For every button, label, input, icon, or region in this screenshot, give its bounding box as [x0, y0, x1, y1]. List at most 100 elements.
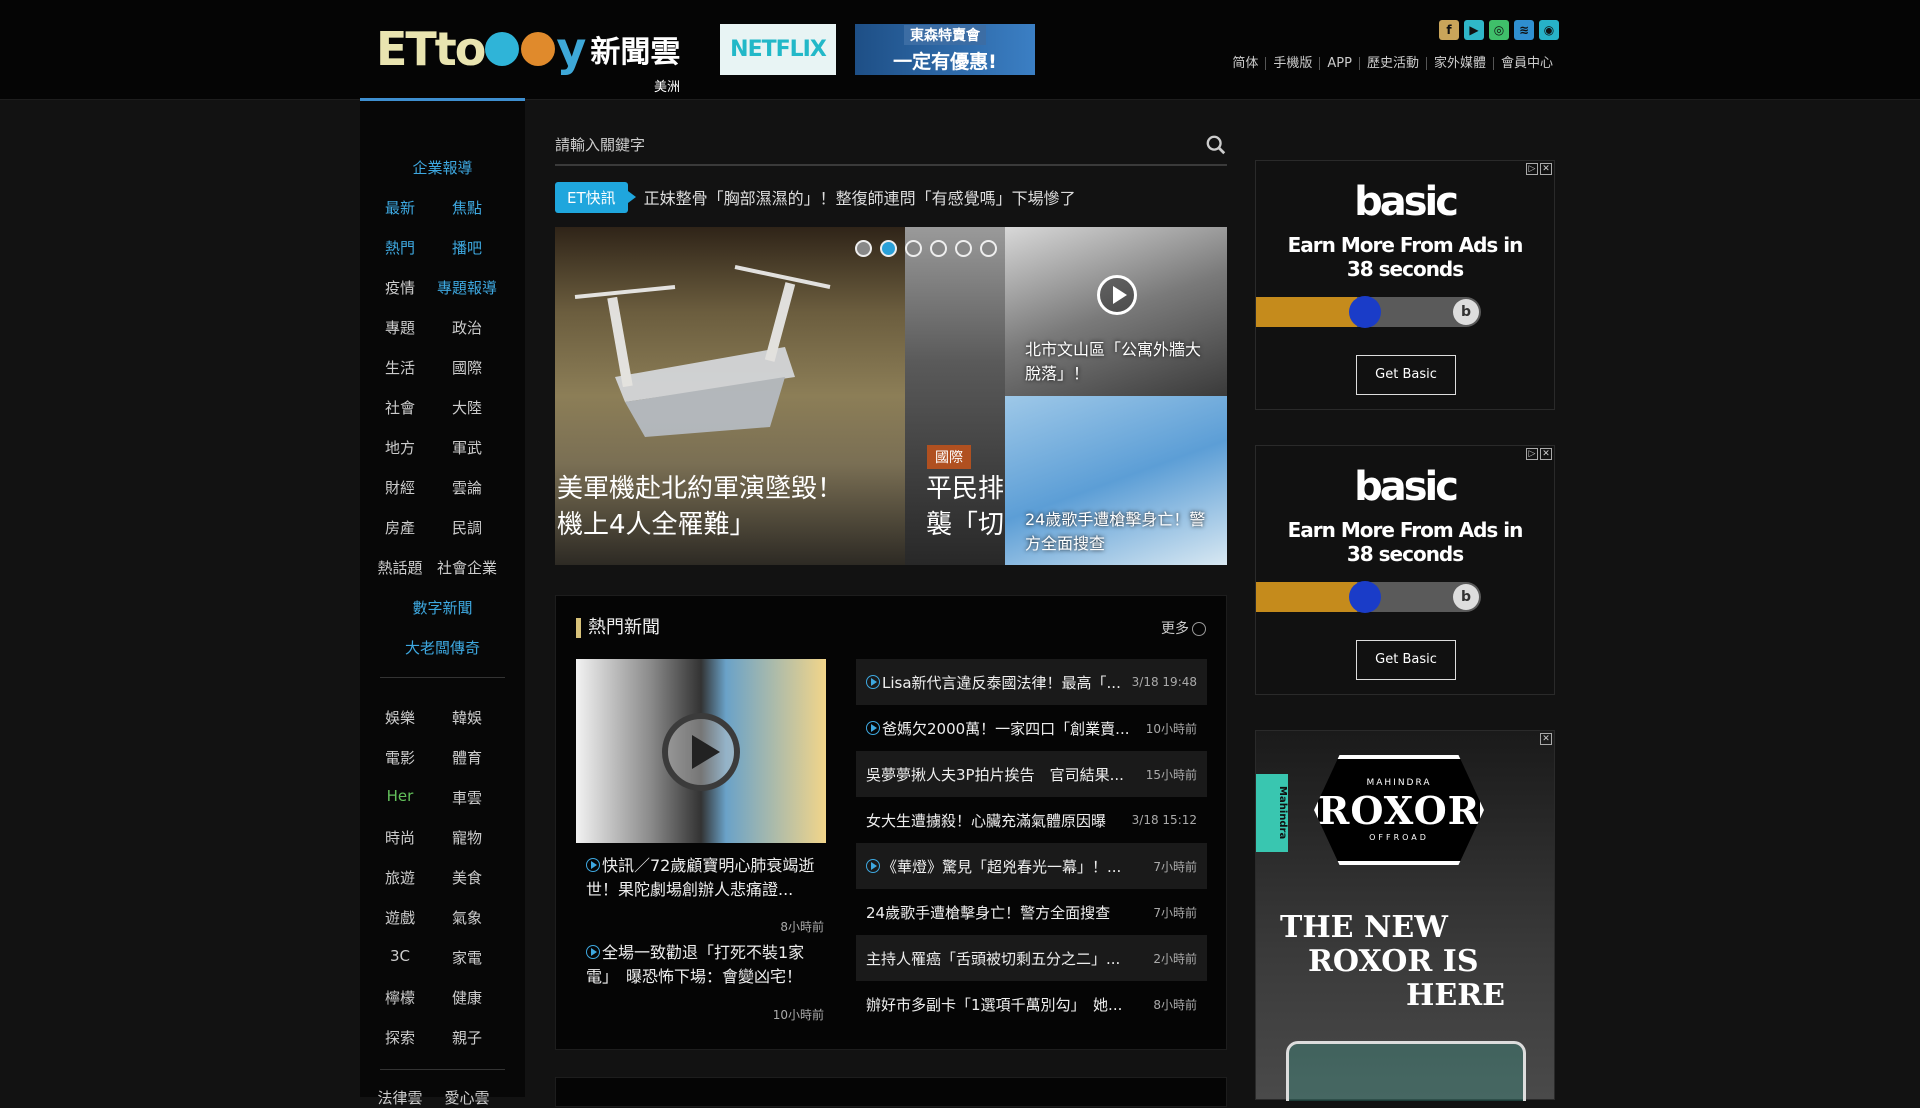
youtube-icon[interactable]: ▶ — [1464, 20, 1484, 40]
basic-ad-1[interactable]: ▷ ✕ basic Earn More From Ads in 38 seconds… — [1255, 160, 1555, 410]
search-icon[interactable] — [1205, 134, 1227, 156]
sidebar-item[interactable]: 企業報導 — [360, 157, 525, 178]
sidebar-item[interactable]: 家電 — [432, 947, 502, 968]
sidebar-item[interactable]: 法律雲 — [365, 1087, 435, 1108]
top-link[interactable]: 會員中心 — [1492, 57, 1560, 70]
carousel-dot[interactable] — [880, 240, 897, 257]
sidebar-item[interactable]: 民調 — [432, 517, 502, 538]
side-thumb-2[interactable]: 24歲歌手遭槍擊身亡！警方全面搜查 — [1005, 396, 1227, 565]
sidebar-item[interactable]: 親子 — [432, 1027, 502, 1048]
sidebar-item[interactable]: 車雲 — [432, 787, 502, 808]
sidebar-item[interactable]: 社會企業 — [432, 557, 502, 578]
sidebar-item[interactable]: 探索 — [365, 1027, 435, 1048]
play-icon — [662, 713, 740, 791]
sidebar-item[interactable]: 國際 — [432, 357, 502, 378]
sidebar-item[interactable]: 健康 — [432, 987, 502, 1008]
ettoday-logo[interactable]: ETto y 新聞雲 — [376, 22, 680, 76]
carousel-dot[interactable] — [980, 240, 997, 257]
close-icon[interactable]: ✕ — [1540, 163, 1552, 175]
sidebar-item[interactable]: 社會 — [365, 397, 435, 418]
hot-news-row[interactable]: 24歲歌手遭槍擊身亡！警方全面搜查 7小時前 — [856, 889, 1207, 935]
adchoices-icon[interactable]: ▷ — [1526, 448, 1538, 460]
sidebar-item[interactable]: 寵物 — [432, 827, 502, 848]
sidebar-item[interactable]: 焦點 — [432, 197, 502, 218]
get-basic-button[interactable]: Get Basic — [1356, 355, 1456, 395]
sidebar-item[interactable]: 熱門 — [365, 237, 435, 258]
netflix-ad-banner[interactable]: NETFLIX — [720, 24, 836, 75]
sidebar-item[interactable]: Her — [365, 787, 435, 805]
roxor-ad[interactable]: ✕ Mahindra MAHINDRA ROXOR OFFROAD THE NE… — [1255, 730, 1555, 1101]
hot-news-row[interactable]: 辦好市多副卡「1選項千萬別勾」 她... 8小時前 — [856, 981, 1207, 1027]
sidebar-item[interactable]: 軍武 — [432, 437, 502, 458]
hot-right-list: Lisa新代言違反泰國法律！最高「... 3/18 19:48 爸媽欠2000萬！一… — [856, 659, 1207, 1027]
sidebar-item[interactable]: 房產 — [365, 517, 435, 538]
close-icon[interactable]: ✕ — [1540, 733, 1552, 745]
sidebar-item[interactable]: 雲論 — [432, 477, 502, 498]
adchoices-icon[interactable]: ▷ — [1526, 163, 1538, 175]
carousel-dot[interactable] — [905, 240, 922, 257]
hot-news-row[interactable]: 爸媽欠2000萬！一家四口「創業賣... 10小時前 — [856, 705, 1207, 751]
sidebar-item[interactable]: 娛樂 — [365, 707, 435, 728]
sidebar-item[interactable]: 美食 — [432, 867, 502, 888]
sidebar-item[interactable]: 熱話題 — [365, 557, 435, 578]
hot-news-row[interactable]: 女大生遭擄殺！心臟充滿氣體原因曝 3/18 15:12 — [856, 797, 1207, 843]
sidebar-item[interactable]: 專題報導 — [432, 277, 502, 298]
rss-icon[interactable]: ≋ — [1514, 20, 1534, 40]
promo-ad-banner[interactable]: 東森特賣會 一定有優惠! — [855, 24, 1035, 75]
sidebar-item[interactable]: 財經 — [365, 477, 435, 498]
region-label[interactable]: 美洲 — [654, 76, 680, 95]
instagram-icon[interactable]: ◎ — [1489, 20, 1509, 40]
weibo-icon[interactable]: ◉ — [1539, 20, 1559, 40]
main-title-line2: 機上4人全罹難」 — [557, 510, 756, 540]
sidebar-item[interactable]: 遊戲 — [365, 907, 435, 928]
basic-ad-2[interactable]: ▷ ✕ basic Earn More From Ads in 38 seconds… — [1255, 445, 1555, 695]
sidebar-item[interactable]: 地方 — [365, 437, 435, 458]
promo-line2: 一定有優惠! — [893, 51, 997, 73]
sidebar-item[interactable]: 播吧 — [432, 237, 502, 258]
hot-news-row[interactable]: 《華燈》驚見「超兇春光一幕」！... 7小時前 — [856, 843, 1207, 889]
hot-news-item[interactable]: 全場一致勸退「打死不裝1家電」 曝恐怖下場：會變凶宅！ — [586, 941, 826, 989]
get-basic-button[interactable]: Get Basic — [1356, 640, 1456, 680]
sidebar-item[interactable]: 電影 — [365, 747, 435, 768]
sidebar-item[interactable]: 韓娛 — [432, 707, 502, 728]
sidebar-item[interactable]: 旅遊 — [365, 867, 435, 888]
sidebar-item[interactable]: 專題 — [365, 317, 435, 338]
sidebar-item[interactable]: 大陸 — [432, 397, 502, 418]
facebook-icon[interactable]: f — [1439, 20, 1459, 40]
sidebar-item[interactable]: 數字新聞 — [360, 597, 525, 618]
top-link[interactable]: 简体 — [1225, 57, 1265, 70]
sidebar-item[interactable]: 檸檬 — [365, 987, 435, 1008]
sidebar-item[interactable]: 政治 — [432, 317, 502, 338]
side-thumb-1[interactable]: 北市文山區「公寓外牆大脫落」！ — [1005, 227, 1227, 396]
video-icon — [586, 945, 600, 959]
breaking-headline[interactable]: 正妹整骨「胸部濕濕的」！整復師連問「有感覺嗎」下場慘了 — [644, 185, 1076, 209]
second-slide-title[interactable]: 平民排 襲「切 — [926, 471, 1004, 543]
hot-news-row[interactable]: Lisa新代言違反泰國法律！最高「... 3/18 19:48 — [856, 659, 1207, 705]
sidebar-item[interactable]: 體育 — [432, 747, 502, 768]
sidebar-item[interactable]: 大老闆傳奇 — [360, 637, 525, 658]
sidebar-item[interactable]: 3C — [365, 947, 435, 965]
vehicle-image — [1286, 1041, 1526, 1101]
search-input[interactable] — [555, 136, 1175, 154]
sidebar-item[interactable]: 生活 — [365, 357, 435, 378]
top-link[interactable]: 歷史活動 — [1358, 57, 1426, 70]
close-icon[interactable]: ✕ — [1540, 448, 1552, 460]
hot-featured-image[interactable] — [576, 659, 826, 843]
carousel-dot[interactable] — [955, 240, 972, 257]
hot-news-row[interactable]: 吳夢夢揪人夫3P拍片挨告 官司結果... 15小時前 — [856, 751, 1207, 797]
top-link[interactable]: 手機版 — [1265, 57, 1319, 70]
top-link[interactable]: APP — [1319, 57, 1359, 70]
hot-news-item[interactable]: 快訊／72歲顧寶明心肺衰竭逝世！果陀劇場創辦人悲痛證... — [586, 854, 826, 902]
hot-news-text: 辦好市多副卡「1選項千萬別勾」 她... — [866, 995, 1123, 1014]
carousel-dot[interactable] — [855, 240, 872, 257]
sidebar-item[interactable]: 愛心雲 — [432, 1087, 502, 1108]
main-slide-title[interactable]: 美軍機赴北約軍演墜毀！ 機上4人全罹難」 — [557, 471, 843, 543]
more-link[interactable]: 更多 — [1161, 618, 1206, 638]
sidebar-item[interactable]: 疫情 — [365, 277, 435, 298]
sidebar-item[interactable]: 時尚 — [365, 827, 435, 848]
sidebar-item[interactable]: 最新 — [365, 197, 435, 218]
carousel-dot[interactable] — [930, 240, 947, 257]
top-link[interactable]: 家外媒體 — [1425, 57, 1493, 70]
sidebar-item[interactable]: 氣象 — [432, 907, 502, 928]
hot-news-row[interactable]: 主持人罹癌「舌頭被切剩五分之二」... 2小時前 — [856, 935, 1207, 981]
